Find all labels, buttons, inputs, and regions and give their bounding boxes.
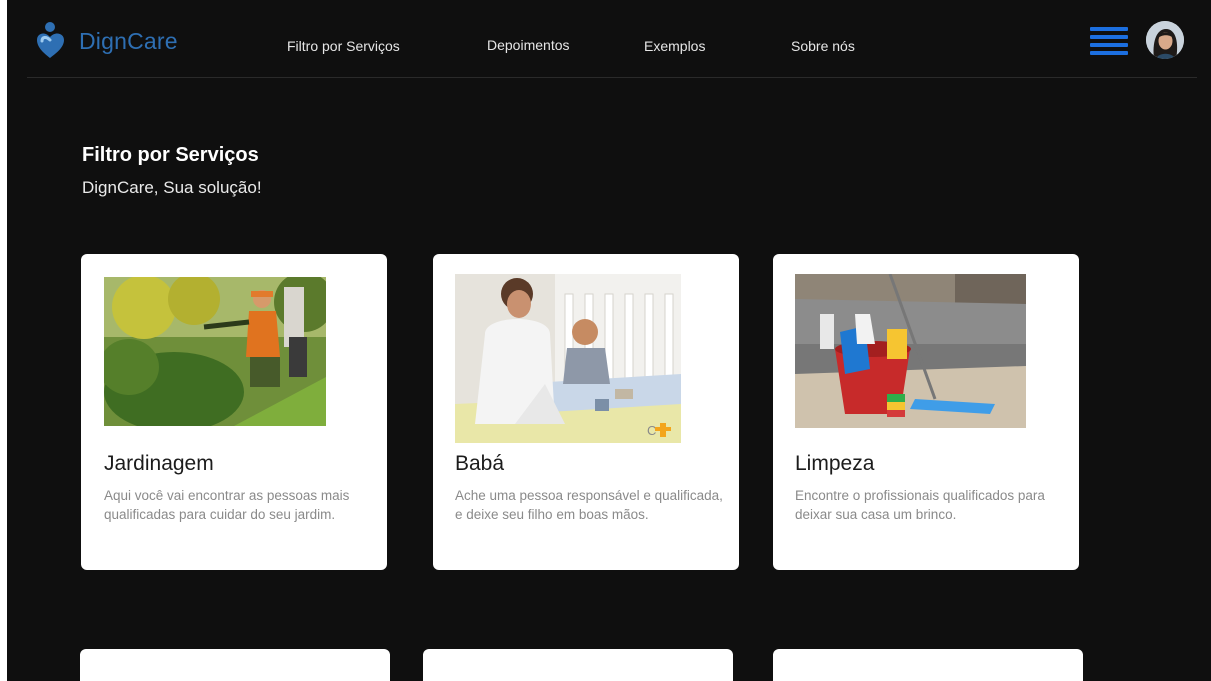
- cleaning-supplies-photo: [795, 274, 1026, 428]
- header: DignCare Filtro por Serviços Depoimentos…: [7, 0, 1211, 78]
- nanny-with-baby-photo: C: [455, 274, 681, 443]
- brand-name: DignCare: [79, 27, 178, 54]
- card-description-baba: Ache uma pessoa responsável e qualificad…: [455, 488, 723, 522]
- section-subtitle: DignCare, Sua solução!: [82, 178, 262, 197]
- section-title: Filtro por Serviços: [82, 144, 259, 166]
- service-card-row2-1[interactable]: [80, 649, 390, 681]
- nav-link-filtro-servicos[interactable]: Filtro por Serviços: [287, 38, 400, 54]
- svg-text:C: C: [647, 423, 656, 438]
- hamburger-menu-icon[interactable]: [1090, 27, 1128, 55]
- card-title-jardinagem: Jardinagem: [104, 452, 214, 475]
- nav-link-depoimentos[interactable]: Depoimentos: [487, 37, 570, 53]
- card-description-limpeza: Encontre o profissionais qualificados pa…: [795, 488, 1045, 522]
- service-card-row2-3[interactable]: [773, 649, 1083, 681]
- nav-link-exemplos[interactable]: Exemplos: [644, 38, 705, 54]
- brand-logo[interactable]: DignCare: [31, 18, 178, 64]
- gardener-photo: [104, 277, 326, 426]
- service-card-limpeza[interactable]: Limpeza Encontre o profissionais qualifi…: [773, 254, 1079, 570]
- card-title-baba: Babá: [455, 452, 505, 475]
- service-card-jardinagem[interactable]: Jardinagem Aqui você vai encontrar as pe…: [81, 254, 387, 570]
- page: DignCare Filtro por Serviços Depoimentos…: [7, 0, 1211, 681]
- service-card-row2-2[interactable]: [423, 649, 733, 681]
- header-divider: [27, 77, 1197, 78]
- card-description-jardinagem: Aqui você vai encontrar as pessoas mais …: [104, 488, 350, 522]
- user-avatar[interactable]: [1146, 21, 1184, 59]
- service-card-baba[interactable]: C Babá Ache uma pessoa responsável e qua…: [433, 254, 739, 570]
- nav-link-sobre-nos[interactable]: Sobre nós: [791, 38, 855, 54]
- avatar-photo: [1146, 21, 1184, 59]
- card-title-limpeza: Limpeza: [795, 452, 875, 475]
- heart-person-icon: [37, 22, 64, 58]
